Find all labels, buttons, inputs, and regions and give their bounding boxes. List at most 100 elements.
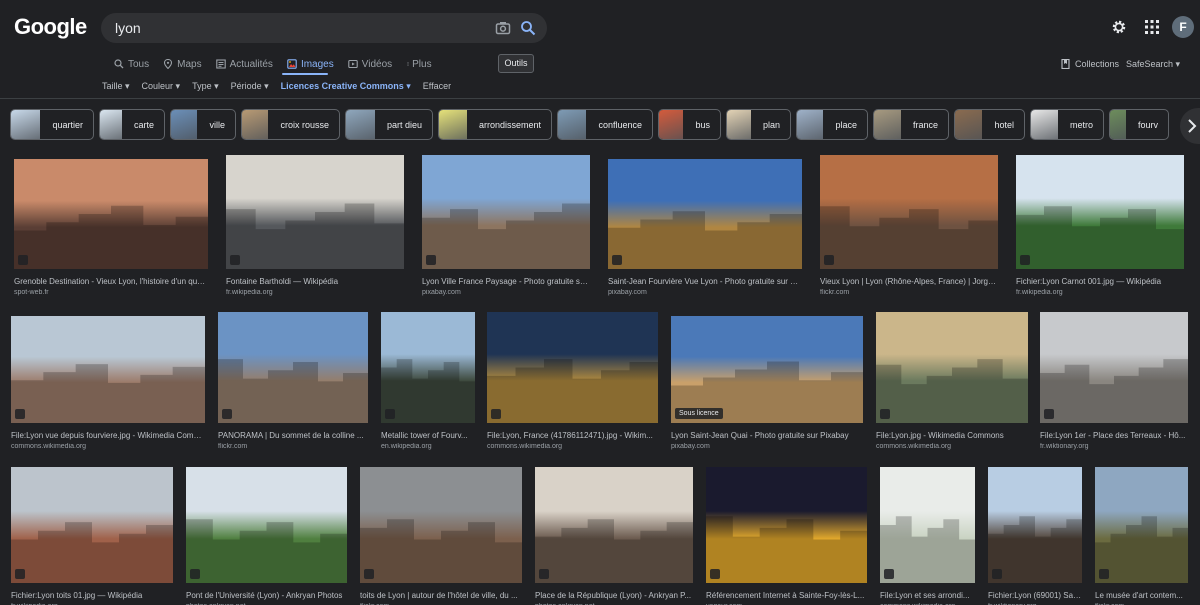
result-thumbnail[interactable] <box>487 312 658 423</box>
search-input[interactable]: lyon <box>115 20 141 36</box>
image-result[interactable]: File:Lyon.jpg - Wikimedia Commons commons… <box>876 312 1028 459</box>
chip-france[interactable]: france <box>873 109 949 140</box>
chip-croix-rousse[interactable]: croix rousse <box>241 109 340 140</box>
image-result[interactable]: Place de la République (Lyon) - Ankryan … <box>535 467 693 605</box>
gear-icon[interactable] <box>1111 19 1127 35</box>
image-result[interactable]: File:Lyon et ses arrondi...commons.wikim… <box>880 467 975 605</box>
result-title[interactable]: Référencement Internet à Sainte-Foy-lès-… <box>706 591 867 600</box>
image-result[interactable]: File:Lyon 1er - Place des Terreaux - Hô.… <box>1040 312 1188 459</box>
result-thumbnail[interactable] <box>1040 312 1188 423</box>
result-title[interactable]: Le musée d'art contem... <box>1095 591 1188 600</box>
tab-tous[interactable]: Tous <box>114 57 149 71</box>
tab-images[interactable]: Images <box>287 57 334 71</box>
image-result[interactable]: Fichier:Lyon (69001) Saint...fr.wiktiona… <box>988 467 1082 605</box>
result-title[interactable]: File:Lyon, France (41786112471).jpg - Wi… <box>487 431 658 440</box>
result-thumbnail[interactable] <box>218 312 368 423</box>
chip-fourv[interactable]: fourv <box>1109 109 1169 140</box>
chips-scroll-button[interactable] <box>1180 108 1200 144</box>
tab-plus[interactable]: Plus <box>406 57 432 71</box>
result-title[interactable]: Fichier:Lyon toits 01.jpg — Wikipédia <box>11 591 173 600</box>
result-thumbnail[interactable]: Sous licence <box>671 316 863 423</box>
result-thumbnail[interactable] <box>880 467 975 583</box>
tab-actualites[interactable]: Actualités <box>215 57 273 71</box>
result-thumbnail[interactable] <box>706 467 867 583</box>
image-result[interactable]: Référencement Internet à Sainte-Foy-lès-… <box>706 467 867 605</box>
search-icon[interactable] <box>520 20 536 36</box>
result-title[interactable]: Saint-Jean Fourvière Vue Lyon - Photo gr… <box>608 277 802 286</box>
result-title[interactable]: PANORAMA | Du sommet de la colline ... <box>218 431 368 440</box>
search-bar[interactable]: lyon <box>101 13 547 43</box>
result-thumbnail[interactable] <box>381 312 475 423</box>
result-thumbnail[interactable] <box>535 467 693 583</box>
filter-taille[interactable]: Taille ▾ <box>102 81 130 92</box>
filter-clear-button[interactable]: Effacer <box>423 81 451 92</box>
chip-metro[interactable]: metro <box>1030 109 1104 140</box>
result-title[interactable]: Grenoble Destination - Vieux Lyon, l'his… <box>14 277 208 286</box>
image-result[interactable]: Pont de l'Université (Lyon) - Ankryan Ph… <box>186 467 347 605</box>
chip-bus[interactable]: bus <box>658 109 721 140</box>
result-title[interactable]: Pont de l'Université (Lyon) - Ankryan Ph… <box>186 591 347 600</box>
image-result[interactable]: toits de Lyon | autour de l'hôtel de vil… <box>360 467 522 605</box>
apps-grid-icon[interactable] <box>1144 19 1160 35</box>
tab-videos[interactable]: Vidéos <box>347 57 392 71</box>
filter-type[interactable]: Type ▾ <box>192 81 219 92</box>
google-logo[interactable]: Google <box>14 14 87 40</box>
result-thumbnail[interactable] <box>1095 467 1188 583</box>
result-thumbnail[interactable] <box>360 467 522 583</box>
result-thumbnail[interactable] <box>226 155 404 269</box>
result-title[interactable]: Fontaine Bartholdi — Wikipédia <box>226 277 404 286</box>
collections-link[interactable]: Collections <box>1061 59 1119 69</box>
result-title[interactable]: Fichier:Lyon Carnot 001.jpg — Wikipédia <box>1016 277 1184 286</box>
result-thumbnail[interactable] <box>876 312 1028 423</box>
result-thumbnail[interactable] <box>608 159 802 269</box>
image-result[interactable]: Fichier:Lyon Carnot 001.jpg — Wikipédia f… <box>1016 155 1184 305</box>
image-result[interactable]: Lyon Ville France Paysage - Photo gratui… <box>422 155 590 305</box>
camera-icon[interactable] <box>495 20 511 36</box>
image-result[interactable]: Fichier:Lyon toits 01.jpg — Wikipédiafr.… <box>11 467 173 605</box>
chip-confluence[interactable]: confluence <box>557 109 653 140</box>
chip-quartier[interactable]: quartier <box>10 109 94 140</box>
result-thumbnail[interactable] <box>11 316 205 423</box>
image-result[interactable]: Grenoble Destination - Vieux Lyon, l'his… <box>14 159 208 305</box>
image-result[interactable]: Vieux Lyon | Lyon (Rhône-Alpes, France) … <box>820 155 998 305</box>
result-title[interactable]: File:Lyon et ses arrondi... <box>880 591 975 600</box>
chip-place[interactable]: place <box>796 109 868 140</box>
result-thumbnail[interactable] <box>186 467 347 583</box>
result-title[interactable]: File:Lyon 1er - Place des Terreaux - Hô.… <box>1040 431 1188 440</box>
result-title[interactable]: File:Lyon vue depuis fourviere.jpg - Wik… <box>11 431 205 440</box>
result-thumbnail[interactable] <box>1016 155 1184 269</box>
result-title[interactable]: Fichier:Lyon (69001) Saint... <box>988 591 1082 600</box>
chip-arrondissement[interactable]: arrondissement <box>438 109 552 140</box>
image-result[interactable]: File:Lyon vue depuis fourviere.jpg - Wik… <box>11 316 205 459</box>
filter-periode[interactable]: Période ▾ <box>231 81 269 92</box>
result-thumbnail[interactable] <box>11 467 173 583</box>
image-result[interactable]: Saint-Jean Fourvière Vue Lyon - Photo gr… <box>608 159 802 305</box>
image-result[interactable]: PANORAMA | Du sommet de la colline ... fl… <box>218 312 368 459</box>
result-title[interactable]: Place de la République (Lyon) - Ankryan … <box>535 591 693 600</box>
result-title[interactable]: File:Lyon.jpg - Wikimedia Commons <box>876 431 1028 440</box>
result-title[interactable]: toits de Lyon | autour de l'hôtel de vil… <box>360 591 522 600</box>
result-thumbnail[interactable] <box>422 155 590 269</box>
chip-plan[interactable]: plan <box>726 109 791 140</box>
safesearch-menu[interactable]: SafeSearch ▾ <box>1126 59 1180 70</box>
result-thumbnail[interactable] <box>988 467 1082 583</box>
result-thumbnail[interactable] <box>820 155 998 269</box>
image-result[interactable]: Fontaine Bartholdi — Wikipédia fr.wikiped… <box>226 155 404 305</box>
tab-maps[interactable]: Maps <box>163 57 202 71</box>
result-title[interactable]: Vieux Lyon | Lyon (Rhône-Alpes, France) … <box>820 277 998 286</box>
chip-part-dieu[interactable]: part dieu <box>345 109 433 140</box>
chip-hotel[interactable]: hotel <box>954 109 1025 140</box>
filter-couleur[interactable]: Couleur ▾ <box>142 81 181 92</box>
result-title[interactable]: Lyon Ville France Paysage - Photo gratui… <box>422 277 590 286</box>
result-title[interactable]: Metallic tower of Fourv... <box>381 431 475 440</box>
image-result[interactable]: File:Lyon, France (41786112471).jpg - Wi… <box>487 312 658 459</box>
tools-button[interactable]: Outils <box>498 54 534 73</box>
filter-licences[interactable]: Licences Creative Commons ▾ <box>281 81 411 92</box>
result-title[interactable]: Lyon Saint-Jean Quai - Photo gratuite su… <box>671 431 863 440</box>
result-thumbnail[interactable] <box>14 159 208 269</box>
image-result[interactable]: Le musée d'art contem...flickr.com <box>1095 467 1188 605</box>
account-avatar[interactable]: F <box>1172 16 1194 38</box>
image-result[interactable]: Sous licence Lyon Saint-Jean Quai - Photo… <box>671 316 863 459</box>
chip-ville[interactable]: ville <box>170 109 236 140</box>
chip-carte[interactable]: carte <box>99 109 165 140</box>
